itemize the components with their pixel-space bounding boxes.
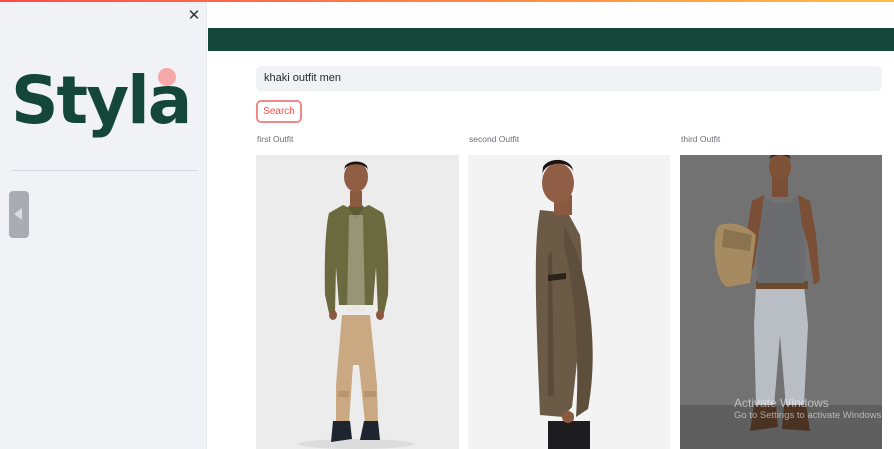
outfit-image-first — [256, 155, 459, 449]
windows-activation-watermark: Activate Windows Go to Settings to activ… — [734, 396, 884, 422]
outfit-illustration-first — [256, 155, 459, 449]
close-icon[interactable]: ✕ — [186, 8, 202, 24]
header-bar — [208, 28, 894, 51]
sidebar: ✕ Styla — [0, 2, 207, 449]
triangle-left-icon — [14, 208, 22, 220]
sidebar-collapse-handle[interactable] — [9, 191, 29, 238]
search-button[interactable]: Search — [256, 100, 302, 123]
outfit-label-second: second Outfit — [469, 134, 520, 144]
sidebar-divider — [11, 170, 198, 171]
outfit-illustration-second — [468, 155, 670, 449]
outfit-image-second — [468, 155, 670, 449]
search-input[interactable] — [256, 66, 882, 91]
logo-dot — [158, 68, 176, 86]
watermark-subtitle: Go to Settings to activate Windows. — [734, 410, 884, 422]
outfit-label-first: first Outfit — [257, 134, 294, 144]
logo: Styla — [11, 68, 192, 158]
outfit-label-third: third Outfit — [681, 134, 721, 144]
watermark-title: Activate Windows — [734, 396, 829, 410]
